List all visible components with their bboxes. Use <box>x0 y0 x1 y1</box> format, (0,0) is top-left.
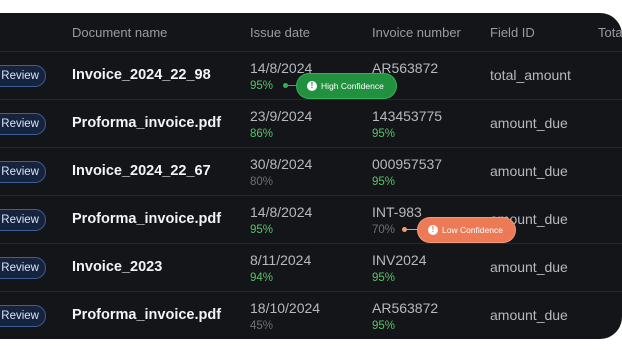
table-row[interactable]: Review Invoice_2024_22_67 30/8/2024 80% 0009… <box>0 147 622 196</box>
invoice-number-cell: INT-983 70% <box>372 204 422 238</box>
field-id: amount_due <box>490 307 568 323</box>
issue-date-confidence: 94% <box>250 272 274 284</box>
issue-date-cell: 14/8/2024 95% <box>250 204 312 238</box>
invoice-number-cell: AR563872 95% <box>372 300 438 334</box>
invoice-number-confidence: 70% <box>372 224 396 236</box>
invoice-number-cell: INV2024 95% <box>372 252 426 286</box>
invoice-number-value: INV2024 <box>372 252 427 268</box>
tooltip-label: High Confidence <box>321 81 384 91</box>
invoice-number-cell: 143453775 95% <box>372 108 442 142</box>
invoice-number-cell: 000957537 95% <box>372 156 442 190</box>
document-name[interactable]: Proforma_invoice.pdf <box>72 307 221 323</box>
documents-table: Document name Issue date Invoice number … <box>0 13 622 339</box>
document-name[interactable]: Proforma_invoice.pdf <box>72 115 221 131</box>
review-button[interactable]: Review <box>0 65 46 87</box>
document-name[interactable]: Invoice_2023 <box>72 259 162 275</box>
table-row[interactable]: Review Proforma_invoice.pdf 14/8/2024 95% IN… <box>0 195 622 244</box>
review-button[interactable]: Review <box>0 257 46 279</box>
review-button[interactable]: Review <box>0 305 46 327</box>
field-id: amount_due <box>490 163 568 179</box>
issue-date-value: 30/8/2024 <box>250 156 313 172</box>
review-button[interactable]: Review <box>0 209 46 231</box>
document-name[interactable]: Proforma_invoice.pdf <box>72 211 221 227</box>
issue-date-cell: 18/10/2024 45% <box>250 300 320 334</box>
column-total[interactable]: Tota <box>598 25 622 40</box>
table-row[interactable]: Review Invoice_2023 8/11/2024 94% INV2024 95%… <box>0 243 622 292</box>
issue-date-value: 18/10/2024 <box>250 300 321 316</box>
exclamation-icon: ! <box>428 225 438 235</box>
high-confidence-dot <box>283 83 288 88</box>
issue-date-cell: 8/11/2024 94% <box>250 252 311 286</box>
invoice-number-value: 143453775 <box>372 108 443 124</box>
issue-date-value: 14/8/2024 <box>250 204 313 220</box>
invoice-number-confidence: 95% <box>372 272 396 284</box>
field-id: amount_due <box>490 115 568 131</box>
high-confidence-tooltip: ! High Confidence <box>297 74 396 98</box>
issue-date-confidence: 45% <box>250 320 274 332</box>
document-name[interactable]: Invoice_2024_22_98 <box>72 67 211 83</box>
column-issue-date[interactable]: Issue date <box>250 25 310 40</box>
issue-date-value: 8/11/2024 <box>250 252 312 268</box>
review-button[interactable]: Review <box>0 113 46 135</box>
issue-date-cell: 30/8/2024 80% <box>250 156 312 190</box>
invoice-number-confidence: 95% <box>372 176 396 188</box>
table-header: Document name Issue date Invoice number … <box>0 13 622 51</box>
invoice-number-value: INT-983 <box>372 204 422 220</box>
column-document-name[interactable]: Document name <box>72 25 167 40</box>
issue-date-cell: 23/9/2024 86% <box>250 108 312 142</box>
column-invoice-number[interactable]: Invoice number <box>372 25 461 40</box>
exclamation-icon: ! <box>307 81 317 91</box>
low-confidence-tooltip: ! Low Confidence <box>418 218 515 242</box>
table-row[interactable]: Review Proforma_invoice.pdf 23/9/2024 86% 14… <box>0 99 622 148</box>
invoice-number-confidence: 95% <box>372 128 396 140</box>
column-field-id[interactable]: Field ID <box>490 25 535 40</box>
invoice-number-value: AR563872 <box>372 300 439 316</box>
table-row[interactable]: Review Proforma_invoice.pdf 18/10/2024 45% A… <box>0 291 622 339</box>
field-id: total_amount <box>490 67 571 83</box>
issue-date-confidence: 80% <box>250 176 274 188</box>
issue-date-confidence: 86% <box>250 128 274 140</box>
field-id: amount_due <box>490 259 568 275</box>
tooltip-label: Low Confidence <box>442 225 503 235</box>
invoice-number-confidence: 95% <box>372 320 396 332</box>
issue-date-confidence: 95% <box>250 224 274 236</box>
low-confidence-dot <box>402 227 407 232</box>
invoice-number-value: 000957537 <box>372 156 443 172</box>
issue-date-value: 23/9/2024 <box>250 108 313 124</box>
review-button[interactable]: Review <box>0 161 46 183</box>
document-name[interactable]: Invoice_2024_22_67 <box>72 163 211 179</box>
